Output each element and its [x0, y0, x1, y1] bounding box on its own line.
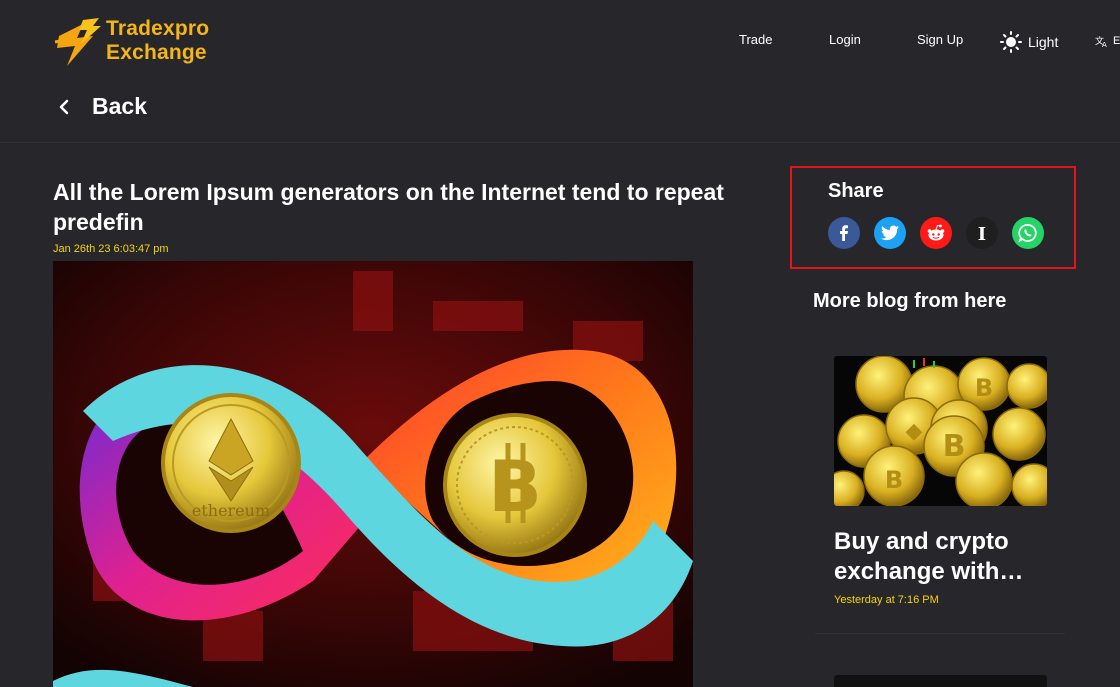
blog-card-title[interactable]: Buy and crypto exchange with…	[834, 527, 1054, 587]
crypto-infinity-illustration: ethereum B	[53, 261, 693, 687]
nav-signup-link[interactable]: Sign Up	[917, 32, 963, 47]
blog-card-next-thumbnail[interactable]	[834, 675, 1047, 687]
ethereum-coin-label: ethereum	[192, 501, 270, 520]
whatsapp-icon	[1018, 224, 1037, 243]
brand-name-line2: Exchange	[106, 41, 207, 64]
nav-trade-link[interactable]: Trade	[739, 32, 772, 47]
back-button[interactable]: Back	[58, 93, 147, 120]
theme-toggle[interactable]: Light	[1000, 31, 1058, 53]
brand-name: Tradexpro Exchange	[106, 17, 209, 65]
svg-text:◆: ◆	[906, 419, 923, 444]
chevron-left-icon	[59, 99, 69, 114]
twitter-icon	[881, 225, 899, 241]
language-label: E	[1113, 35, 1120, 47]
theme-toggle-label: Light	[1028, 34, 1059, 50]
svg-text:B: B	[975, 374, 993, 402]
reddit-share-button[interactable]	[920, 217, 952, 249]
svg-text:B: B	[885, 466, 903, 494]
top-header: Tradexpro Exchange Trade Login Sign Up L…	[0, 0, 1120, 82]
facebook-icon	[840, 225, 848, 241]
translate-icon: 文 A	[1095, 35, 1107, 48]
svg-text:B: B	[943, 429, 966, 464]
gold-coins-illustration: B B ◆ B	[834, 356, 1047, 506]
instapaper-icon: I	[978, 224, 986, 242]
svg-text:A: A	[1102, 41, 1107, 48]
article-title: All the Lorem Ipsum generators on the In…	[53, 179, 724, 235]
sun-icon	[1000, 31, 1022, 53]
svg-text:B: B	[488, 446, 541, 528]
back-label: Back	[92, 93, 147, 119]
share-title: Share	[828, 180, 884, 202]
whatsapp-share-button[interactable]	[1012, 217, 1044, 249]
svg-text:I: I	[978, 224, 986, 242]
blog-card-date: Yesterday at 7:16 PM	[834, 594, 939, 606]
facebook-share-button[interactable]	[828, 217, 860, 249]
blog-thumbnail: B B ◆ B	[834, 356, 1047, 506]
nav-login-link[interactable]: Login	[829, 32, 861, 47]
share-panel: Share I	[790, 166, 1076, 269]
brand-name-line1: Tradexpro	[106, 17, 210, 40]
lightning-logo-icon	[54, 18, 101, 66]
more-blog-title: More blog from here	[813, 290, 1007, 312]
article-hero-image: ethereum B	[53, 261, 693, 687]
reddit-icon	[927, 224, 945, 241]
blog-card[interactable]: B B ◆ B Buy and crypto exchange with… Ye…	[815, 337, 1065, 634]
article-date: Jan 26th 23 6:03:47 pm	[53, 243, 169, 255]
brand-logo[interactable]: Tradexpro Exchange	[53, 14, 223, 70]
twitter-share-button[interactable]	[874, 217, 906, 249]
language-toggle[interactable]: 文 A E	[1095, 34, 1120, 48]
share-icons-row: I	[828, 217, 1044, 249]
header-divider	[0, 142, 1120, 143]
instapaper-share-button[interactable]: I	[966, 217, 998, 249]
